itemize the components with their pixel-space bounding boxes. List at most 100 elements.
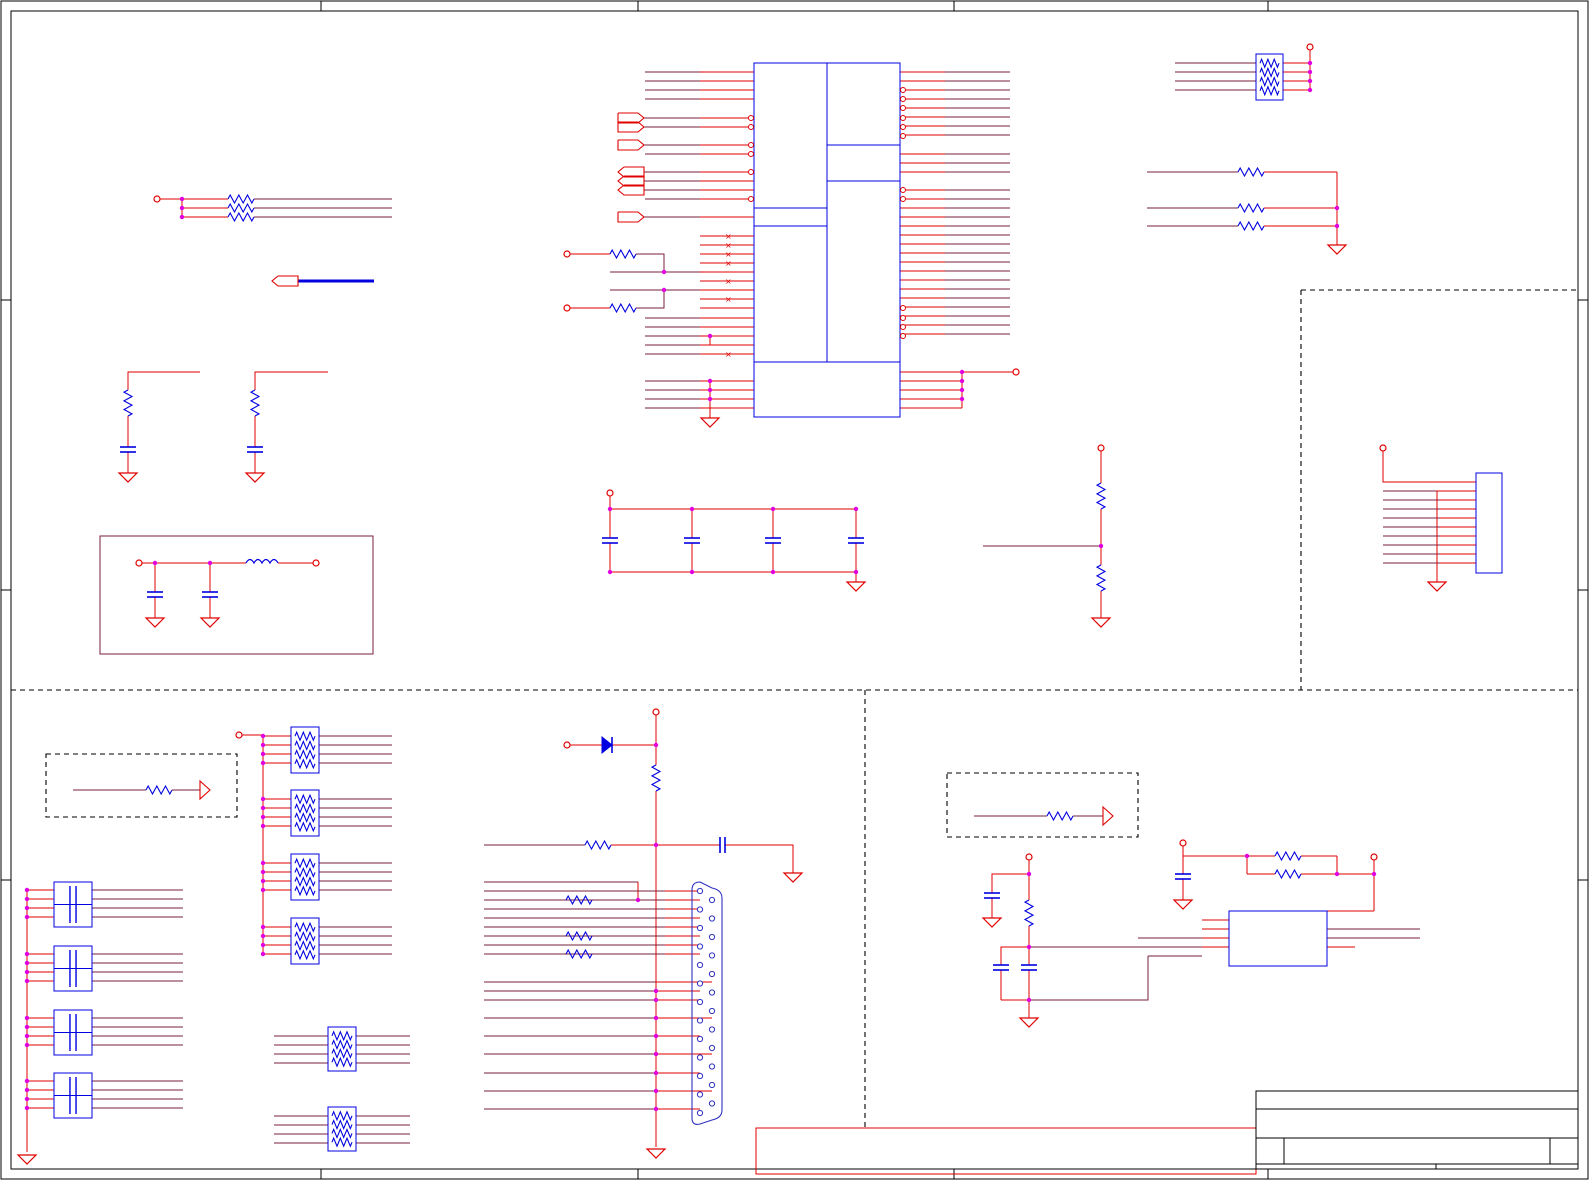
junction-dot (770, 569, 776, 575)
junction-dot (1334, 871, 1340, 877)
junction-dot (653, 988, 659, 994)
junction-dot (1026, 871, 1032, 877)
ground-icon (1018, 1017, 1040, 1028)
section-dividers (11, 289, 1578, 1128)
junction-dot (260, 796, 266, 802)
junction-dot (260, 814, 266, 820)
junction-dot (260, 860, 266, 866)
resistor-icon (331, 1110, 353, 1122)
dashed-note-box (946, 772, 1139, 838)
junction-dot (653, 1015, 659, 1021)
resistor-icon (145, 784, 173, 796)
junction-dot (260, 742, 266, 748)
no-connect-mark: × (725, 241, 732, 250)
inverter-bubble-icon (900, 87, 906, 93)
junction-dot (179, 205, 185, 211)
resistor-icon (1237, 220, 1265, 232)
junction-dot (24, 1024, 30, 1030)
resistor-icon (294, 930, 316, 942)
inductor-icon (245, 558, 279, 565)
junction-dot (959, 369, 965, 375)
junction-dot (24, 1087, 30, 1093)
junction-dot (853, 569, 859, 575)
wire (254, 371, 328, 390)
wire (725, 844, 794, 873)
junction-dot (1307, 60, 1313, 66)
connector-pin-icon (708, 933, 716, 941)
resistor-icon (1046, 810, 1074, 822)
connector-pin-icon (696, 1054, 704, 1061)
wire (1029, 956, 1149, 1001)
resistor-icon (1259, 85, 1280, 97)
ground-icon (1090, 617, 1112, 628)
junction-dot (707, 396, 713, 402)
junction-dot (1371, 871, 1377, 877)
junction-dot (207, 560, 213, 566)
junction-dot (260, 878, 266, 884)
ground-icon (1426, 581, 1448, 592)
ground-icon (199, 617, 221, 628)
connector-pin-icon (696, 1017, 704, 1024)
resistor-icon (227, 193, 255, 205)
junction-dot (1307, 78, 1313, 84)
junction-dot (1244, 853, 1250, 859)
junction-dot (24, 1105, 30, 1111)
connector-pin-icon (696, 887, 704, 895)
resistor-network-icon (290, 917, 320, 965)
port-flag-icon (617, 211, 645, 223)
inverter-bubble-icon (900, 324, 906, 330)
junction-dot (24, 978, 30, 984)
connector-pin-icon (696, 1072, 704, 1080)
filter-box (99, 535, 374, 655)
inverter-bubble-icon (900, 333, 906, 339)
junction-dot (1098, 543, 1104, 549)
wire (991, 873, 1029, 893)
resistor-icon (1259, 57, 1280, 69)
title-block (755, 1090, 1579, 1175)
resistor-icon (331, 1136, 353, 1148)
terminal-icon (1370, 853, 1378, 861)
junction-dot (1334, 205, 1340, 211)
junction-dot (653, 1088, 659, 1094)
resistor-icon (609, 248, 637, 260)
resistor-icon (294, 885, 316, 897)
junction-dot (260, 823, 266, 829)
inverter-bubble-icon (900, 196, 906, 202)
terminal-icon (1012, 368, 1020, 376)
connector-pin-icon (708, 1044, 716, 1052)
resistor-icon (294, 940, 316, 952)
junction-dot (661, 269, 667, 275)
wire (610, 253, 665, 273)
connector-pin-icon (708, 1007, 716, 1015)
outer-border (0, 0, 1589, 1180)
resistor-icon (122, 389, 134, 417)
resistor-icon (294, 802, 316, 814)
junction-dot (260, 942, 266, 948)
resistor-icon (565, 930, 593, 942)
ground-icon (1172, 899, 1194, 910)
inverter-bubble-icon (748, 196, 754, 202)
resistor-icon (294, 821, 316, 833)
ground-icon (244, 472, 266, 483)
inverter-bubble-icon (900, 124, 906, 130)
connector-pin-icon (696, 998, 704, 1006)
dashed-note-box (45, 753, 238, 818)
junction-dot (260, 924, 266, 930)
junction-dot (24, 1033, 30, 1039)
junction-dot (24, 969, 30, 975)
inverter-bubble-icon (748, 115, 754, 121)
junction-dot (653, 1051, 659, 1057)
junction-dot (1026, 944, 1032, 950)
resistor-network-icon (290, 789, 320, 837)
schematic-sheet: × × × × × × × (0, 0, 1589, 1180)
ground-icon (782, 872, 804, 883)
terminal-icon (652, 708, 660, 716)
junction-dot (707, 387, 713, 393)
header-j1 (1475, 472, 1503, 574)
junction-dot (24, 960, 30, 966)
junction-dot (260, 887, 266, 893)
junction-dot (1026, 997, 1032, 1003)
inverter-bubble-icon (900, 96, 906, 102)
connector-pin-icon (696, 906, 704, 913)
inner-border (10, 10, 1579, 1170)
